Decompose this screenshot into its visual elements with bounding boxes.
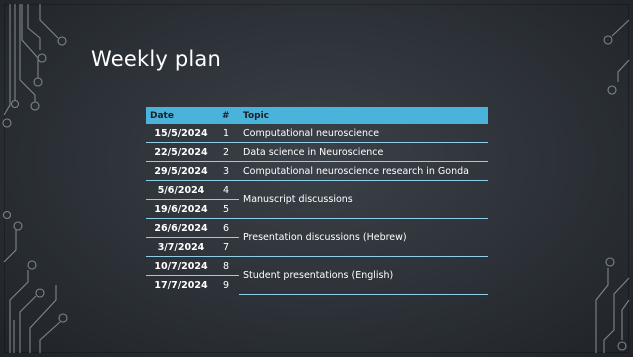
slide: Weekly plan Date # Topic 15/5/2024 1 Com… [0, 0, 633, 357]
row-date: 17/7/2024 [154, 279, 208, 291]
row-date: 29/5/2024 [146, 161, 216, 181]
row-date: 5/6/2024 [146, 180, 216, 200]
row-topic: Student presentations (English) [239, 256, 488, 295]
header-date: Date [146, 107, 216, 124]
row-date: 19/6/2024 [146, 199, 216, 219]
header-number: # [216, 107, 239, 124]
table-row: 5/6/2024 4 Manuscript discussions [146, 180, 488, 219]
row-topic: Data science in Neuroscience [239, 142, 488, 162]
row-date: 22/5/2024 [146, 142, 216, 162]
row-date: 15/5/2024 [146, 124, 216, 143]
table-row: 10/7/2024 8 Student presentations (Engli… [146, 256, 488, 295]
row-number: 1 [216, 124, 239, 143]
row-topic: Computational neuroscience [239, 124, 488, 143]
header-topic: Topic [239, 107, 488, 124]
table-header-row: Date # Topic [146, 107, 488, 124]
row-number: 8 [216, 256, 239, 276]
table-row: 26/6/2024 6 Presentation discussions (He… [146, 218, 488, 257]
row-topic: Manuscript discussions [239, 180, 488, 219]
row-number: 6 [216, 218, 239, 238]
table-row: 15/5/2024 1 Computational neuroscience [146, 124, 488, 143]
row-number: 7 [216, 237, 239, 257]
row-date: 10/7/2024 [146, 256, 216, 276]
weekly-plan-table: Date # Topic 15/5/2024 1 Computational n… [146, 107, 488, 295]
row-date: 26/6/2024 [146, 218, 216, 238]
row-number: 3 [216, 161, 239, 181]
row-number: 2 [216, 142, 239, 162]
row-number: 5 [216, 199, 239, 219]
slide-title: Weekly plan [91, 47, 222, 71]
row-number: 4 [216, 180, 239, 200]
table-row: 29/5/2024 3 Computational neuroscience r… [146, 161, 488, 181]
row-topic: Presentation discussions (Hebrew) [239, 218, 488, 257]
table-row: 22/5/2024 2 Data science in Neuroscience [146, 142, 488, 162]
row-topic: Computational neuroscience research in G… [239, 161, 488, 181]
row-date: 3/7/2024 [146, 237, 216, 257]
row-number: 9 [223, 279, 230, 291]
